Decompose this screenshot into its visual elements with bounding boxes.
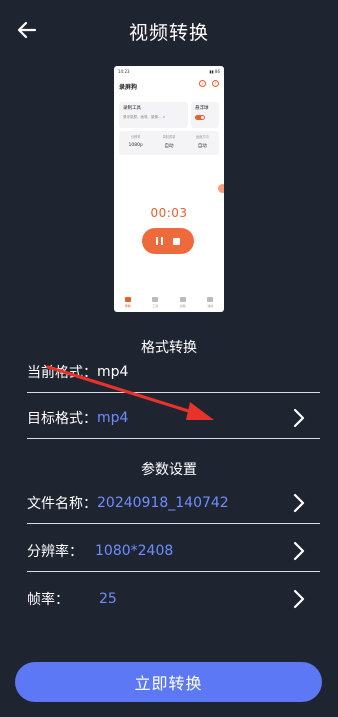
filename-value[interactable]: 20240918_140742 xyxy=(97,495,229,511)
preview-tab-bar: 录制 工具 剪辑 我的 xyxy=(114,292,224,312)
preview-stat: 分辨率 1080p xyxy=(119,131,152,155)
header-bar: 视频转换 xyxy=(0,0,338,60)
preview-toggle-card: 悬浮球 xyxy=(191,102,219,128)
preview-tab: 我的 xyxy=(207,296,214,308)
target-format-label: 目标格式： xyxy=(27,410,97,427)
preview-stat-label: 录制质量 xyxy=(162,135,176,139)
params-section-title: 参数设置 xyxy=(141,462,197,478)
filename-row[interactable]: 文件名称： 20240918_140742 xyxy=(27,482,320,524)
preview-help-icon: ? xyxy=(212,80,219,87)
resolution-row[interactable]: 分辨率： 1080*2408 xyxy=(27,530,320,572)
chevron-right-icon[interactable] xyxy=(292,589,306,609)
preview-status-time: 14:23 xyxy=(118,69,130,74)
preview-tab: 录制 xyxy=(124,296,131,308)
target-format-row[interactable]: 目标格式： mp4 xyxy=(27,397,320,439)
preview-stat-label: 画面方向 xyxy=(195,135,209,139)
preview-record-sub: 悬浮录屏、画笔、摄像… > xyxy=(123,115,166,119)
preview-tab-edit-icon xyxy=(179,296,186,302)
preview-tab: 剪辑 xyxy=(179,296,186,308)
preview-toggle-icon xyxy=(195,115,205,120)
framerate-label: 帧率： xyxy=(27,592,69,608)
current-format-label: 当前格式： xyxy=(27,364,97,381)
video-preview[interactable]: 14:23 ▮▮ 86 录屏狗 i ? 录制工具 悬浮录屏、画笔、摄像… > 悬… xyxy=(114,66,224,312)
preview-header-icons: i ? xyxy=(199,80,219,87)
preview-record-card: 录制工具 悬浮录屏、画笔、摄像… > xyxy=(119,102,188,128)
preview-record-controls xyxy=(142,228,194,254)
preview-app-name: 录屏狗 xyxy=(119,84,138,91)
preview-timer: 00:03 xyxy=(150,206,188,220)
page-title: 视频转换 xyxy=(128,22,209,44)
preview-tab-label: 录制 xyxy=(124,303,131,308)
current-format-value: mp4 xyxy=(97,363,129,380)
preview-status-bar: 14:23 ▮▮ 86 xyxy=(118,69,220,75)
preview-pause-icon xyxy=(156,237,163,245)
preview-stat-label: 分辨率 xyxy=(130,135,141,139)
preview-floating-ball-icon xyxy=(218,184,224,193)
framerate-row[interactable]: 帧率： 25 xyxy=(27,578,320,620)
preview-tab-profile-icon xyxy=(207,296,214,302)
preview-stat-value: 1080p xyxy=(128,143,143,148)
preview-stat: 录制质量 自动 xyxy=(152,131,185,155)
resolution-value[interactable]: 1080*2408 xyxy=(95,543,173,559)
preview-tab-tools-icon xyxy=(152,296,159,302)
preview-tab-label: 工具 xyxy=(152,303,159,308)
preview-status-right: ▮▮ 86 xyxy=(209,69,220,74)
convert-now-button[interactable]: 立即转换 xyxy=(15,662,322,702)
current-format-row: 当前格式： mp4 xyxy=(27,351,320,393)
preview-stats: 分辨率 1080p 录制质量 自动 画面方向 自动 xyxy=(119,131,219,155)
preview-info-icon: i xyxy=(199,80,206,87)
preview-tab-record-icon xyxy=(124,296,131,302)
chevron-right-icon[interactable] xyxy=(292,493,306,513)
chevron-right-icon[interactable] xyxy=(292,408,306,428)
chevron-right-icon[interactable] xyxy=(292,541,306,561)
preview-record-title: 录制工具 xyxy=(123,106,141,111)
preview-stat-value: 自动 xyxy=(164,144,174,149)
preview-stat: 画面方向 自动 xyxy=(186,131,219,155)
preview-tab: 工具 xyxy=(152,296,159,308)
resolution-label: 分辨率： xyxy=(27,543,83,560)
filename-label: 文件名称： xyxy=(27,495,97,512)
preview-stat-value: 自动 xyxy=(197,144,207,149)
preview-tab-label: 我的 xyxy=(207,303,214,308)
target-format-value[interactable]: mp4 xyxy=(97,410,128,426)
framerate-value[interactable]: 25 xyxy=(99,591,117,607)
preview-toggle-title: 悬浮球 xyxy=(195,106,209,111)
preview-tab-label: 剪辑 xyxy=(179,303,186,308)
preview-stop-icon xyxy=(173,237,180,245)
